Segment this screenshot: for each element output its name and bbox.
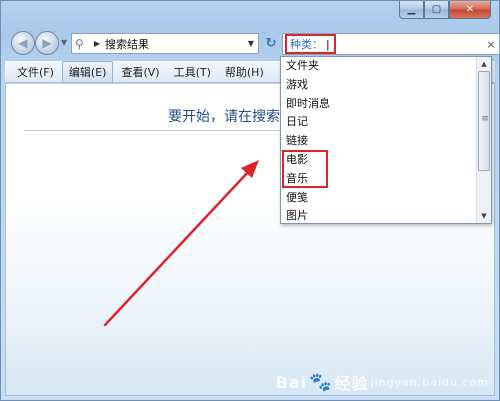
kind-option-game[interactable]: 游戏 (281, 76, 477, 95)
address-bar[interactable]: ⚲ ▶ 搜索结果 ▼ (71, 33, 259, 54)
close-icon: ✕ (465, 4, 475, 15)
refresh-icon: ↻ (265, 36, 277, 51)
watermark-brand-right: 经验 (334, 374, 369, 393)
minimize-button[interactable]: ▁ (399, 1, 424, 19)
address-dropdown-icon[interactable]: ▼ (244, 39, 258, 48)
text-caret: | (326, 37, 330, 51)
watermark-brand-left: Bai (275, 372, 308, 392)
dropdown-scrollbar[interactable]: ▲ ▼ (476, 57, 491, 223)
breadcrumb-arrow-icon[interactable]: ▶ (91, 39, 103, 48)
back-arrow-icon: ◀ (18, 36, 28, 50)
recent-pages-dropdown-icon[interactable]: ▼ (61, 38, 67, 47)
search-prompt-text: 要开始，请在搜索 (168, 109, 280, 125)
kind-filter-dropdown: 文件夹 游戏 即时消息 日记 链接 电影 音乐 便笺 图片 ▲ ▼ (280, 56, 492, 224)
paw-logo-icon: 🐾 (309, 371, 333, 393)
highlight-box-movie-music (282, 150, 328, 188)
search-box[interactable]: 种类： | × (282, 33, 500, 55)
search-filter-label: 种类： (290, 38, 323, 51)
menu-edit[interactable]: 编辑(E) (61, 60, 114, 83)
clear-search-button[interactable]: × (483, 38, 499, 51)
kind-option-link[interactable]: 链接 (281, 132, 477, 151)
minimize-icon: ▁ (407, 4, 416, 15)
scroll-up-icon[interactable]: ▲ (477, 57, 491, 71)
menu-view[interactable]: 查看(V) (115, 62, 165, 82)
scroll-thumb[interactable] (478, 71, 491, 171)
explorer-window: ▁ ▢ ✕ ◀ ▶ ▼ ⚲ ▶ 搜索结果 ▼ ↻ 种类： | × 文件(F) 编辑… (0, 0, 500, 401)
prompt-divider (24, 130, 304, 131)
search-input[interactable] (335, 35, 483, 53)
caption-buttons: ▁ ▢ ✕ (399, 1, 491, 19)
menu-file[interactable]: 文件(F) (11, 62, 60, 82)
maximize-button[interactable]: ▢ (424, 1, 449, 19)
kind-option-note[interactable]: 便笺 (281, 189, 477, 208)
watermark-url: jingyan.baidu.com (370, 375, 489, 389)
kind-option-picture[interactable]: 图片 (281, 207, 477, 226)
search-filter-kind[interactable]: 种类： | (285, 34, 336, 54)
menu-help[interactable]: 帮助(H) (219, 62, 270, 82)
scroll-down-icon[interactable]: ▼ (477, 209, 491, 223)
baidu-jingyan-watermark: Bai 🐾 经验 jingyan.baidu.com (276, 370, 489, 394)
kind-option-instant-message[interactable]: 即时消息 (281, 95, 477, 114)
close-button[interactable]: ✕ (449, 1, 491, 19)
kind-option-folder[interactable]: 文件夹 (281, 57, 477, 76)
navigation-bar: ◀ ▶ ▼ ⚲ ▶ 搜索结果 ▼ ↻ 种类： | × (9, 31, 500, 57)
forward-button[interactable]: ▶ (35, 31, 59, 55)
back-button[interactable]: ◀ (11, 31, 35, 55)
refresh-button[interactable]: ↻ (262, 36, 280, 52)
kind-options-list: 文件夹 游戏 即时消息 日记 链接 电影 音乐 便笺 图片 (281, 57, 477, 226)
forward-arrow-icon: ▶ (42, 36, 52, 50)
address-path[interactable]: 搜索结果 (103, 36, 244, 52)
search-folder-icon: ⚲ (75, 36, 84, 51)
maximize-icon: ▢ (431, 4, 442, 15)
kind-option-journal[interactable]: 日记 (281, 113, 477, 132)
menu-tools[interactable]: 工具(T) (168, 62, 217, 82)
